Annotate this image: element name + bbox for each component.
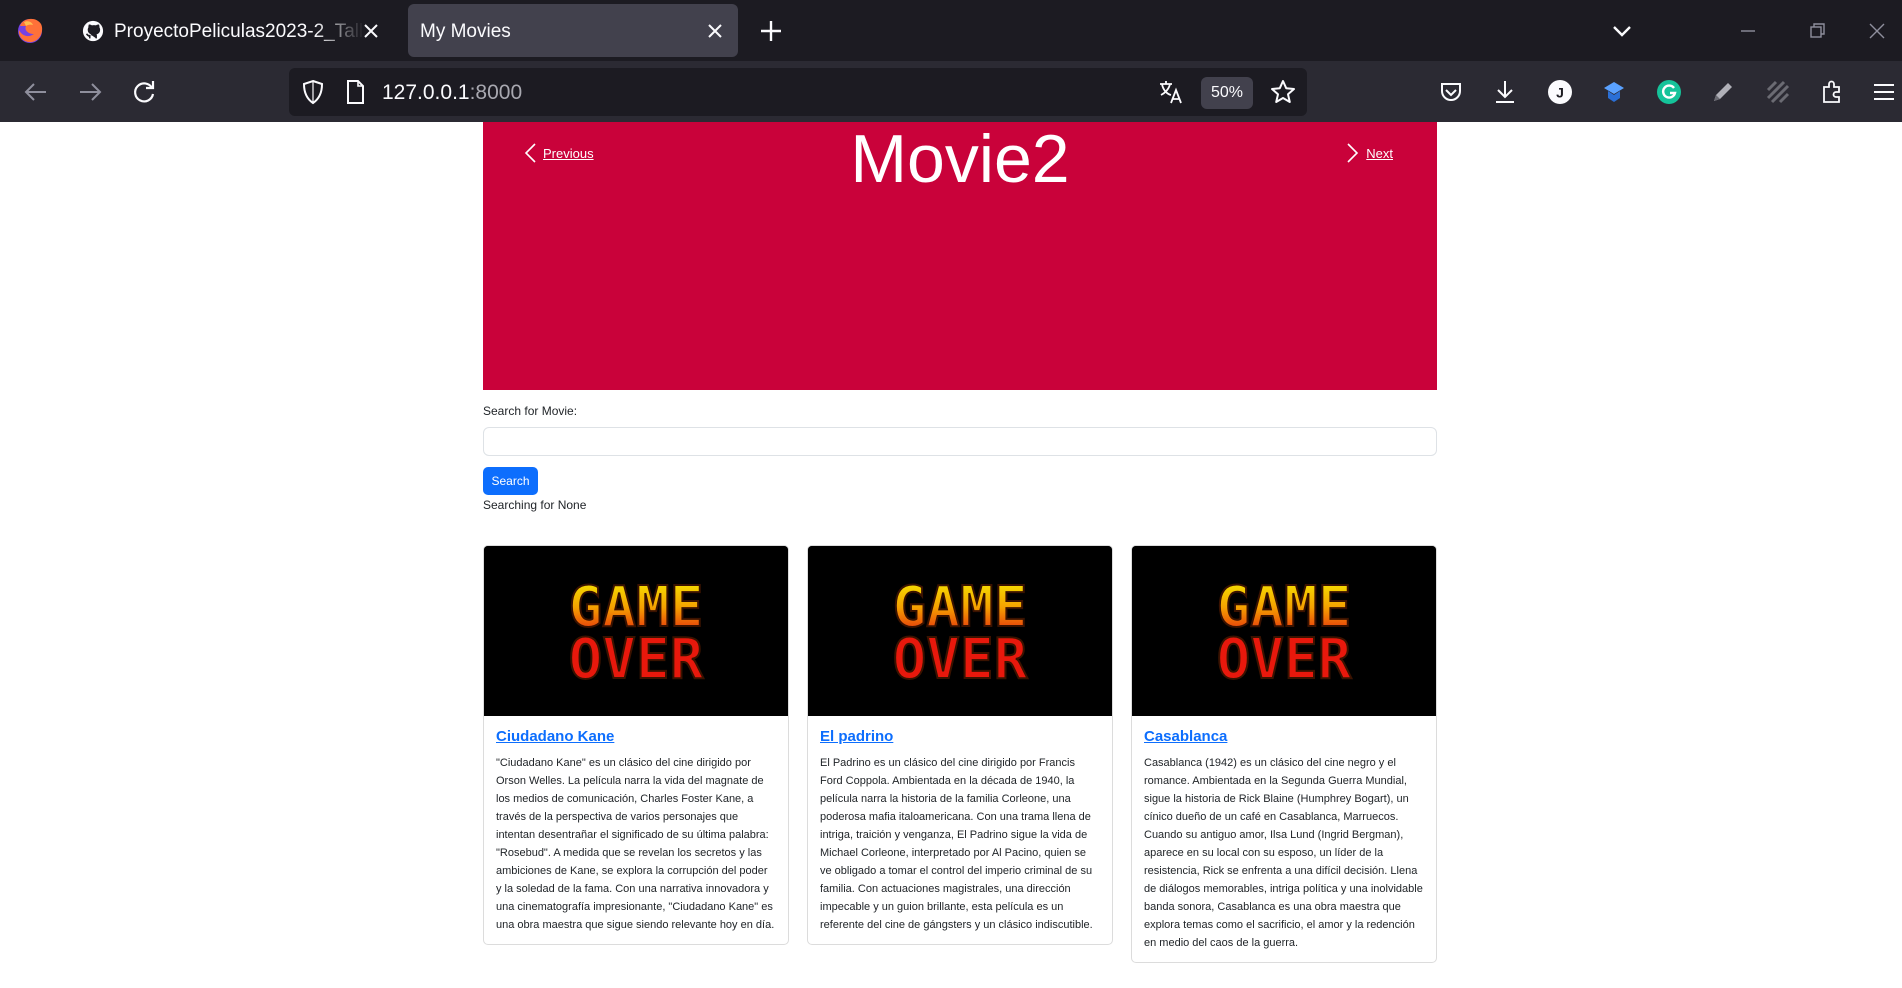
reload-icon[interactable] (130, 78, 158, 106)
pencil-extension-icon[interactable] (1709, 78, 1737, 106)
url-host: 127.0.0.1 (382, 81, 470, 104)
carousel-next-button[interactable]: Next (1346, 142, 1393, 164)
minimize-icon[interactable] (1735, 18, 1761, 44)
tab-title: ProyectoPeliculas2023-2_Taller3 (114, 21, 364, 42)
card-body: Casablanca Casablanca (1942) es un clási… (1132, 716, 1436, 962)
search-button[interactable]: Search (483, 467, 538, 495)
card-body: Ciudadano Kane "Ciudadano Kane" es un cl… (484, 716, 788, 944)
url-port: :8000 (469, 81, 523, 104)
poster-line-2: OVER (569, 627, 704, 692)
tab-title: My Movies (420, 21, 511, 42)
tab-bar: ProyectoPeliculas2023-2_Taller3 My Movie… (0, 0, 1902, 61)
extension-blue-cube-icon[interactable] (1600, 78, 1628, 106)
search-input[interactable] (483, 427, 1437, 456)
chevron-left-icon (524, 143, 536, 163)
card-body: El padrino El Padrino es un clásico del … (808, 716, 1112, 944)
movie-description: "Ciudadano Kane" es un clásico del cine … (496, 757, 775, 931)
movie-card: GAME OVER El padrino El Padrino es un cl… (807, 545, 1113, 945)
movie-poster-game-over-image: GAME OVER (808, 546, 1112, 716)
carousel-previous-label: Previous (543, 145, 594, 161)
close-window-icon[interactable] (1864, 18, 1890, 44)
hero-carousel: Movie2 Previous Next (483, 122, 1437, 390)
hamburger-menu-icon[interactable] (1870, 78, 1898, 106)
search-status-text: Searching for None (483, 498, 587, 512)
movie-description: Casablanca (1942) es un clásico del cine… (1144, 757, 1423, 949)
tab-my-movies[interactable]: My Movies (408, 4, 738, 57)
search-label: Search for Movie: (483, 404, 578, 418)
page-content: Movie2 Previous Next Search for Movie: S… (0, 122, 1902, 988)
url-text[interactable]: 127.0.0.1:8000 (382, 81, 522, 105)
striped-extension-icon[interactable] (1764, 78, 1792, 106)
list-all-tabs-chevron-icon[interactable] (1609, 18, 1635, 44)
carousel-next-label: Next (1366, 145, 1393, 161)
forward-arrow-icon[interactable] (76, 78, 104, 106)
tracking-protection-shield-icon[interactable] (299, 78, 327, 106)
poster-line-2: OVER (1217, 627, 1352, 692)
movie-card: GAME OVER Ciudadano Kane "Ciudadano Kane… (483, 545, 789, 945)
profile-avatar-icon[interactable]: J (1546, 78, 1574, 106)
movie-title-link[interactable]: Ciudadano Kane (496, 728, 776, 745)
chevron-right-icon (1347, 143, 1359, 163)
movie-title-link[interactable]: Casablanca (1144, 728, 1424, 745)
restore-icon[interactable] (1804, 18, 1830, 44)
translate-icon[interactable] (1157, 78, 1185, 106)
downloads-icon[interactable] (1491, 78, 1519, 106)
zoom-level-badge[interactable]: 50% (1201, 77, 1253, 109)
github-icon (82, 20, 104, 42)
carousel-previous-button[interactable]: Previous (523, 142, 594, 164)
pocket-icon[interactable] (1437, 78, 1465, 106)
poster-line-2: OVER (893, 627, 1028, 692)
close-tab-icon[interactable] (360, 20, 382, 42)
grammarly-icon[interactable] (1655, 78, 1683, 106)
movie-description: El Padrino es un clásico del cine dirigi… (820, 757, 1093, 931)
back-arrow-icon[interactable] (22, 78, 50, 106)
movie-card: GAME OVER Casablanca Casablanca (1942) e… (1131, 545, 1437, 963)
extensions-puzzle-icon[interactable] (1818, 78, 1846, 106)
movie-title-link[interactable]: El padrino (820, 728, 1100, 745)
profile-initial: J (1556, 85, 1564, 101)
close-tab-icon[interactable] (704, 20, 726, 42)
page-info-icon[interactable] (341, 78, 369, 106)
bookmark-star-icon[interactable] (1269, 78, 1297, 106)
firefox-logo-icon[interactable] (14, 14, 46, 46)
tab-github[interactable]: ProyectoPeliculas2023-2_Taller3 (70, 4, 394, 57)
movie-poster-game-over-image: GAME OVER (1132, 546, 1436, 716)
movie-poster-game-over-image: GAME OVER (484, 546, 788, 716)
new-tab-plus-icon[interactable] (758, 18, 784, 44)
carousel-slide-title: Movie2 (850, 121, 1070, 197)
